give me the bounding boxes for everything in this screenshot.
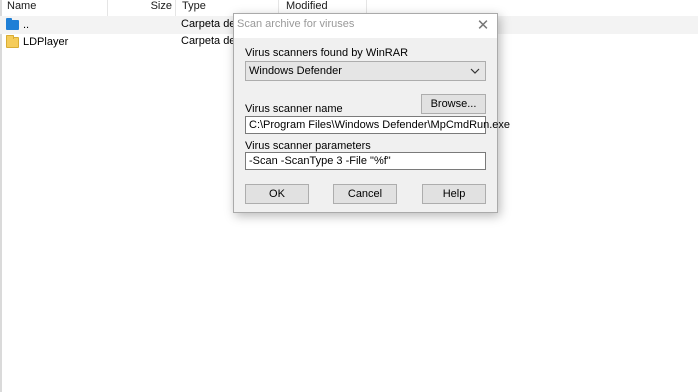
scanner-name-field[interactable]: C:\Program Files\Windows Defender\MpCmdR… — [245, 116, 510, 134]
scanner-name-value: C:\Program Files\Windows Defender\MpCmdR… — [249, 119, 511, 131]
scanner-select[interactable]: Windows Defender — [245, 61, 486, 81]
column-header-size[interactable]: Size — [107, 0, 175, 16]
file-name-cell: LDPlayer — [6, 33, 106, 51]
window-left-edge — [0, 0, 2, 392]
file-name: .. — [23, 18, 30, 31]
parent-folder-icon — [6, 18, 19, 30]
ok-button[interactable]: OK — [245, 184, 309, 204]
scanners-found-label: Virus scanners found by WinRAR — [245, 47, 409, 59]
folder-icon — [6, 34, 19, 48]
chevron-down-icon — [469, 64, 481, 78]
file-name: LDPlayer — [23, 35, 69, 48]
column-header-name[interactable]: Name — [0, 0, 107, 16]
file-name-cell: .. — [6, 16, 106, 34]
scanner-params-value: -Scan -ScanType 3 -File "%f" — [249, 155, 391, 167]
close-button[interactable]: ✕ — [473, 16, 493, 36]
scanner-name-label: Virus scanner name — [245, 103, 343, 115]
help-button[interactable]: Help — [422, 184, 486, 204]
browse-button[interactable]: Browse... — [421, 94, 486, 114]
scan-archive-dialog: Scan archive for viruses ✕ Virus scanner… — [233, 13, 510, 213]
scanner-params-field[interactable]: -Scan -ScanType 3 -File "%f" — [245, 152, 486, 170]
dialog-titlebar[interactable]: Scan archive for viruses ✕ — [234, 14, 497, 38]
scanner-params-label: Virus scanner parameters — [245, 140, 371, 152]
cancel-button[interactable]: Cancel — [333, 184, 397, 204]
dialog-title: Scan archive for viruses — [237, 18, 355, 30]
scanner-select-value: Windows Defender — [249, 65, 342, 77]
close-icon: ✕ — [476, 17, 490, 34]
